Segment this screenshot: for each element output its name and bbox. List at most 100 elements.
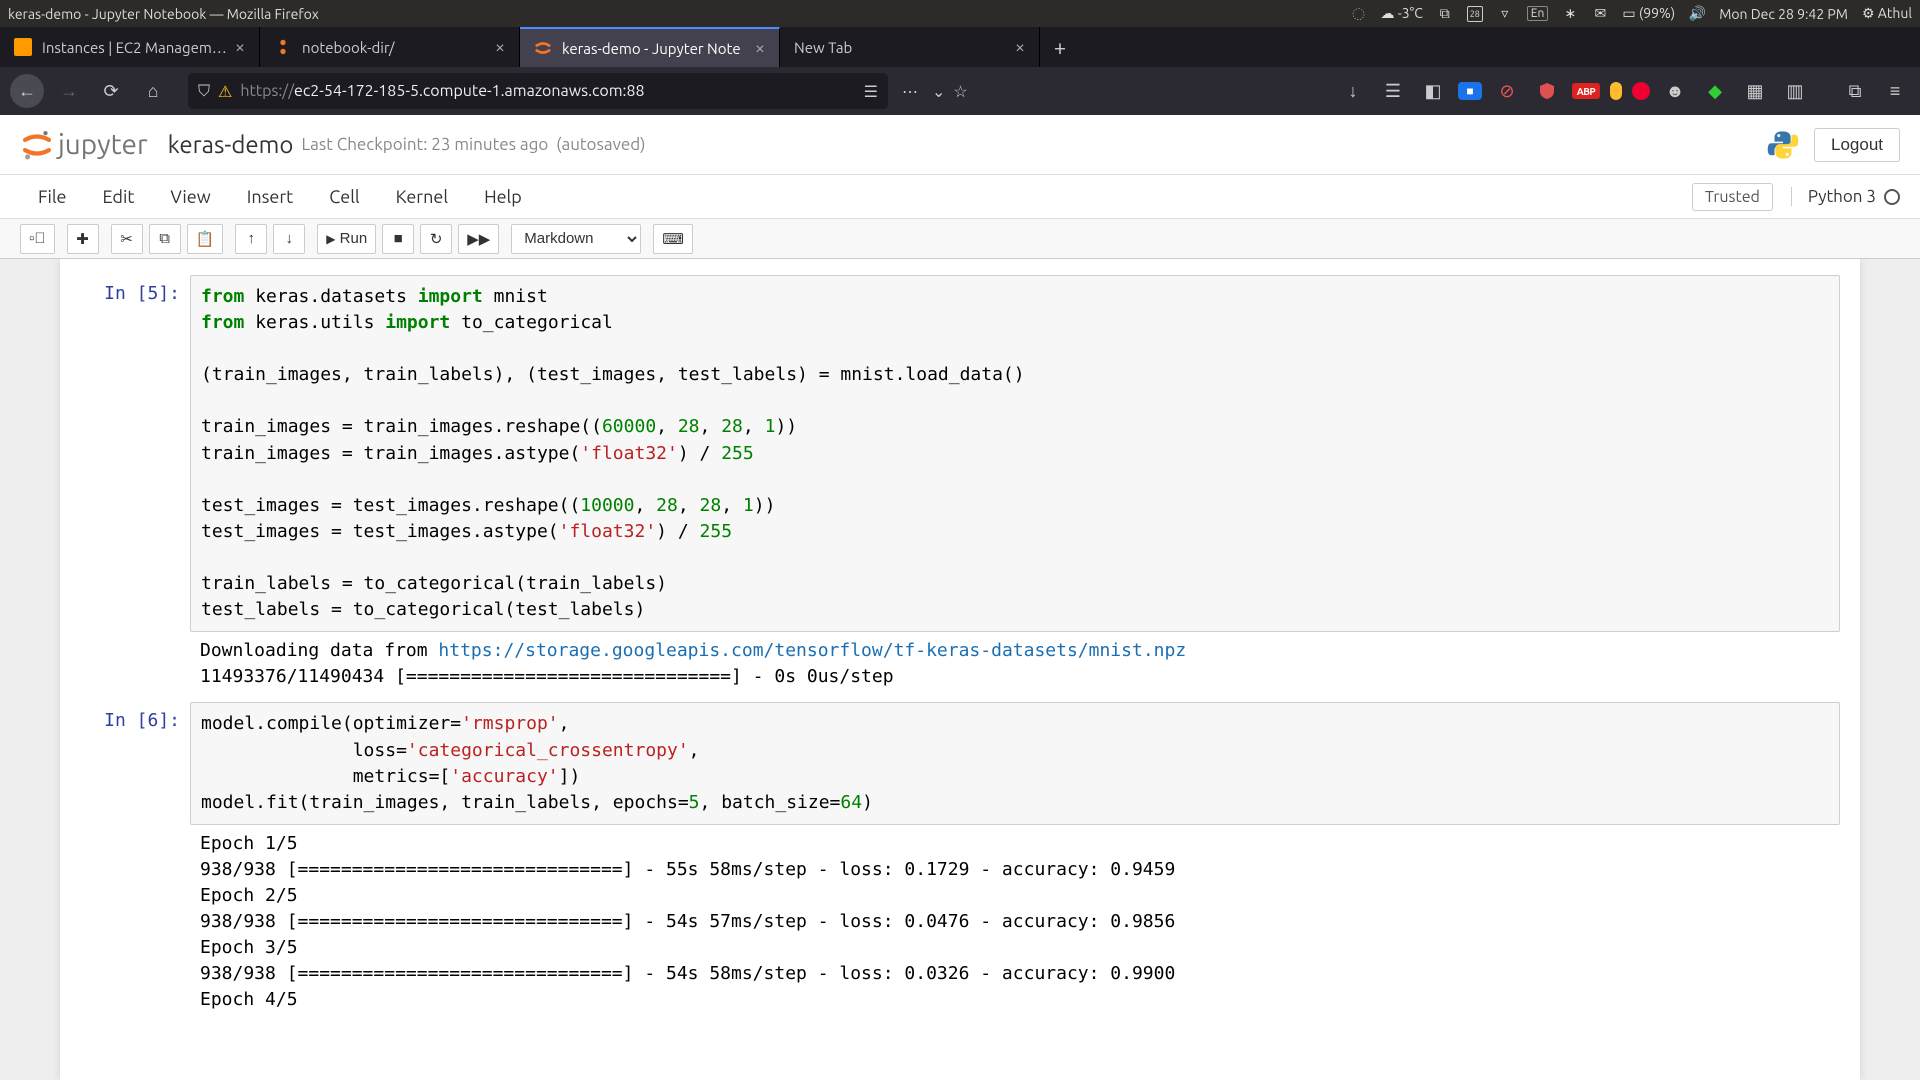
reader-icon[interactable]: ☰	[864, 82, 878, 101]
cell-output: Downloading data from https://storage.go…	[190, 632, 1840, 696]
volume-icon[interactable]: 🔊	[1689, 6, 1705, 22]
move-up-button[interactable]: ↑	[235, 224, 267, 254]
reload-button[interactable]: ⟳	[94, 74, 128, 108]
account-icon[interactable]: ☻	[1660, 76, 1690, 106]
weather-widget[interactable]: ☁ -3°C	[1381, 5, 1423, 22]
tab-ec2[interactable]: Instances | EC2 Management ×	[0, 27, 260, 67]
celltype-select[interactable]: Markdown	[511, 224, 641, 254]
battery-indicator[interactable]: ▭ (99%)	[1622, 5, 1675, 22]
tab-new[interactable]: New Tab ×	[780, 27, 1040, 67]
menu-insert[interactable]: Insert	[229, 187, 312, 207]
code-input[interactable]: model.compile(optimizer='rmsprop', loss=…	[190, 702, 1840, 824]
cut-button[interactable]: ✂	[111, 224, 143, 254]
bulb-icon[interactable]: ◌	[1351, 6, 1367, 22]
extensions-group: ↓ ☰ ◧ ■ ⊘ ABP ☻ ◆ ▦ ▥ ⧉ ≡	[1338, 76, 1910, 106]
notebook-title[interactable]: keras-demo	[168, 131, 294, 158]
calendar-icon[interactable]: 28	[1467, 6, 1483, 22]
command-palette-button[interactable]: ⌨	[653, 224, 693, 254]
menu-edit[interactable]: Edit	[85, 187, 153, 207]
ext-puzzle-icon[interactable]: ⧉	[1840, 76, 1870, 106]
back-button[interactable]: ←	[10, 74, 44, 108]
notebook-sheet: In [5]: from keras.datasets import mnist…	[60, 259, 1860, 1080]
ext-shield2-icon[interactable]: ◆	[1700, 76, 1730, 106]
new-tab-button[interactable]: +	[1040, 27, 1080, 67]
ublock-icon[interactable]	[1532, 76, 1562, 106]
page-actions-icon[interactable]: ⋯	[902, 82, 918, 101]
close-icon[interactable]: ×	[1015, 37, 1025, 57]
interrupt-button[interactable]: ■	[382, 224, 414, 254]
tab-keras-demo[interactable]: keras-demo - Jupyter Note ×	[520, 27, 780, 67]
trusted-indicator[interactable]: Trusted	[1692, 183, 1773, 211]
jupyter-header: jupyter keras-demo Last Checkpoint: 23 m…	[0, 115, 1920, 175]
move-down-button[interactable]: ↓	[273, 224, 305, 254]
aws-icon	[14, 38, 32, 56]
jupyter-orb-icon	[20, 128, 54, 162]
window-title: keras-demo - Jupyter Notebook — Mozilla …	[8, 6, 319, 22]
url-bar[interactable]: ⛉ ⚠ https://ec2-54-172-185-5.compute-1.a…	[188, 73, 888, 109]
close-icon[interactable]: ×	[495, 37, 505, 57]
kernel-indicator[interactable]: Python 3	[1791, 187, 1900, 206]
restart-run-all-button[interactable]: ▶▶	[458, 224, 499, 254]
restart-icon: ↻	[430, 230, 443, 248]
notebook-area[interactable]: In [5]: from keras.datasets import mnist…	[0, 259, 1920, 1080]
run-button[interactable]: ▶ Run	[317, 224, 376, 254]
insert-cell-button[interactable]: ✚	[67, 224, 99, 254]
jupyter-brand-text: jupyter	[58, 129, 148, 160]
bookmark-icon[interactable]: ☆	[953, 82, 967, 101]
menu-help[interactable]: Help	[466, 187, 540, 207]
jupyter-logo[interactable]: jupyter	[20, 128, 148, 162]
url-text: https://ec2-54-172-185-5.compute-1.amazo…	[240, 82, 855, 100]
home-button[interactable]: ⌂	[136, 74, 170, 108]
save-button[interactable]: ▫⃞	[20, 224, 55, 254]
browser-toolbar: ← → ⟳ ⌂ ⛉ ⚠ https://ec2-54-172-185-5.com…	[0, 67, 1920, 115]
dropbox-icon[interactable]: ⧉	[1437, 6, 1453, 22]
ext-grid-icon[interactable]: ▦	[1740, 76, 1770, 106]
abp-icon[interactable]: ABP	[1572, 83, 1600, 99]
menu-view[interactable]: View	[152, 187, 228, 207]
code-input[interactable]: from keras.datasets import mnist from ke…	[190, 275, 1840, 632]
code-cell[interactable]: In [6]: model.compile(optimizer='rmsprop…	[80, 702, 1840, 1019]
user-menu[interactable]: ⚙ Athul	[1862, 5, 1912, 22]
input-prompt: In [5]:	[80, 275, 190, 696]
paste-button[interactable]: 📋	[187, 224, 224, 254]
ext-yellow-icon[interactable]	[1610, 82, 1622, 100]
jupyter-icon	[534, 39, 552, 57]
shield-icon[interactable]: ⛉	[198, 82, 210, 101]
close-icon[interactable]: ×	[755, 38, 765, 58]
noscript-icon[interactable]: ⊘	[1492, 76, 1522, 106]
copy-button[interactable]: ⧉	[149, 224, 181, 254]
tomato-icon[interactable]	[1632, 82, 1650, 100]
menu-file[interactable]: File	[20, 187, 85, 207]
logout-button[interactable]: Logout	[1814, 128, 1900, 162]
bluetooth-icon[interactable]: ∗	[1562, 6, 1578, 22]
keyboard-icon: ⌨	[662, 230, 684, 248]
close-icon[interactable]: ×	[235, 37, 245, 57]
jupyter-toolbar: ▫⃞ ✚ ✂ ⧉ 📋 ↑ ↓ ▶ Run ■ ↻ ▶▶ Markdown ⌨	[0, 219, 1920, 259]
language-indicator[interactable]: En	[1527, 6, 1549, 21]
forward-button[interactable]: →	[52, 74, 86, 108]
copy-icon: ⧉	[159, 230, 170, 247]
kernel-status-icon	[1884, 189, 1900, 205]
system-bar: keras-demo - Jupyter Notebook — Mozilla …	[0, 0, 1920, 27]
mail-icon[interactable]: ✉	[1592, 6, 1608, 22]
python-icon	[1766, 128, 1800, 162]
ext-book-icon[interactable]: ▥	[1780, 76, 1810, 106]
jupyter-menubar: File Edit View Insert Cell Kernel Help T…	[0, 175, 1920, 219]
pocket-icon[interactable]: ⌄	[932, 82, 945, 101]
library-icon[interactable]: ☰	[1378, 76, 1408, 106]
downloads-icon[interactable]: ↓	[1338, 76, 1368, 106]
hamburger-menu-icon[interactable]: ≡	[1880, 76, 1910, 106]
fast-forward-icon: ▶▶	[467, 230, 490, 248]
code-cell[interactable]: In [5]: from keras.datasets import mnist…	[80, 275, 1840, 696]
wifi-icon[interactable]: ▿	[1497, 6, 1513, 22]
jupyter-icon	[274, 38, 292, 56]
tab-notebook-dir[interactable]: notebook-dir/ ×	[260, 27, 520, 67]
menu-kernel[interactable]: Kernel	[378, 187, 466, 207]
arrow-up-icon: ↑	[248, 230, 256, 247]
menu-cell[interactable]: Cell	[311, 187, 377, 207]
sidebar-icon[interactable]: ◧	[1418, 76, 1448, 106]
lock-warning-icon[interactable]: ⚠	[218, 82, 232, 101]
clock[interactable]: Mon Dec 28 9:42 PM	[1719, 6, 1848, 22]
zoom-ext-icon[interactable]: ■	[1458, 82, 1482, 100]
restart-button[interactable]: ↻	[420, 224, 452, 254]
